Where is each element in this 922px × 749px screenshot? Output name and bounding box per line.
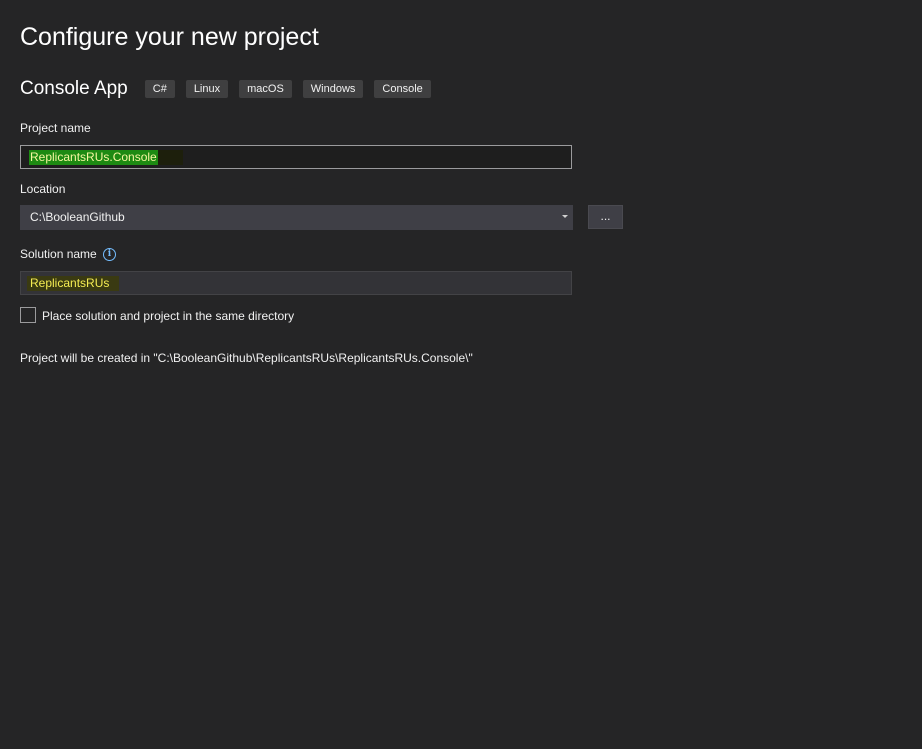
project-name-input[interactable]: ReplicantsRUs.Console — [20, 145, 572, 169]
browse-button[interactable]: ... — [588, 205, 623, 229]
template-name: Console App — [20, 78, 128, 99]
location-value: C:\BooleanGithub — [30, 210, 125, 224]
same-directory-checkbox[interactable] — [20, 307, 36, 323]
info-icon[interactable]: i — [103, 248, 116, 261]
tag-platform-linux: Linux — [185, 80, 229, 98]
location-label: Location — [20, 182, 66, 196]
template-header: Console App C# Linux macOS Windows Conso… — [20, 76, 442, 102]
location-combobox[interactable]: C:\BooleanGithub — [20, 205, 573, 230]
project-path-info: Project will be created in "C:\BooleanGi… — [20, 351, 473, 365]
page-title: Configure your new project — [20, 23, 319, 51]
solution-name-input[interactable]: ReplicantsRUs — [20, 271, 572, 295]
tag-platform-macos: macOS — [239, 80, 292, 98]
tag-project-type: Console — [374, 80, 431, 98]
same-directory-label[interactable]: Place solution and project in the same d… — [42, 309, 294, 323]
project-name-label: Project name — [20, 121, 91, 135]
project-name-value: ReplicantsRUs.Console — [29, 150, 158, 165]
tag-platform-windows: Windows — [302, 80, 364, 98]
tag-language: C# — [144, 80, 175, 98]
chevron-down-icon[interactable] — [562, 215, 568, 218]
solution-name-value: ReplicantsRUs — [27, 276, 120, 291]
solution-name-label: Solution name — [20, 247, 97, 261]
